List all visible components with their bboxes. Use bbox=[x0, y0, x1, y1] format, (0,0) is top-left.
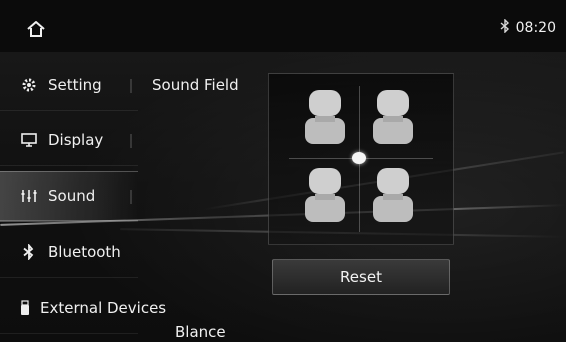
usb-icon bbox=[20, 299, 30, 317]
sidebar-item-label: Sound bbox=[48, 187, 96, 205]
bluetooth-icon bbox=[20, 243, 38, 261]
status-area: 08:20 bbox=[500, 18, 556, 38]
seat-front-left-icon bbox=[305, 90, 345, 144]
sidebar-item-label: Bluetooth bbox=[48, 243, 121, 261]
gear-icon bbox=[20, 76, 38, 94]
bluetooth-icon bbox=[500, 18, 510, 37]
divider bbox=[130, 79, 132, 93]
seat-rear-right-icon bbox=[373, 168, 413, 222]
monitor-icon bbox=[20, 131, 38, 149]
equalizer-icon bbox=[20, 187, 38, 205]
seat-front-right-icon bbox=[373, 90, 413, 144]
sidebar-item-bluetooth[interactable]: Bluetooth bbox=[0, 227, 138, 278]
sidebar: Setting Display Sound Bluetooth External… bbox=[0, 56, 166, 342]
screen: 08:20 Setting Display Sound Bluetooth Ex… bbox=[0, 0, 566, 342]
reset-button[interactable]: Reset bbox=[272, 259, 450, 295]
sidebar-item-external-devices[interactable]: External Devices bbox=[0, 283, 166, 334]
sidebar-item-display[interactable]: Display bbox=[0, 115, 138, 166]
sidebar-item-label: External Devices bbox=[40, 299, 167, 317]
divider bbox=[130, 134, 132, 148]
sidebar-item-label: Display bbox=[48, 131, 104, 149]
sidebar-item-sound[interactable]: Sound bbox=[0, 171, 138, 222]
clock: 08:20 bbox=[515, 20, 556, 36]
divider bbox=[130, 190, 132, 204]
sidebar-item-label: Setting bbox=[48, 76, 102, 94]
seat-rear-left-icon bbox=[305, 168, 345, 222]
sound-field-label: Sound Field bbox=[152, 76, 239, 94]
home-button[interactable] bbox=[24, 17, 48, 41]
balance-label: Blance bbox=[175, 323, 226, 341]
sidebar-item-setting[interactable]: Setting bbox=[0, 60, 138, 111]
top-bar: 08:20 bbox=[0, 0, 566, 52]
home-icon bbox=[27, 21, 45, 37]
sound-field-position-handle[interactable] bbox=[352, 152, 366, 164]
sound-field-panel[interactable] bbox=[268, 73, 454, 245]
